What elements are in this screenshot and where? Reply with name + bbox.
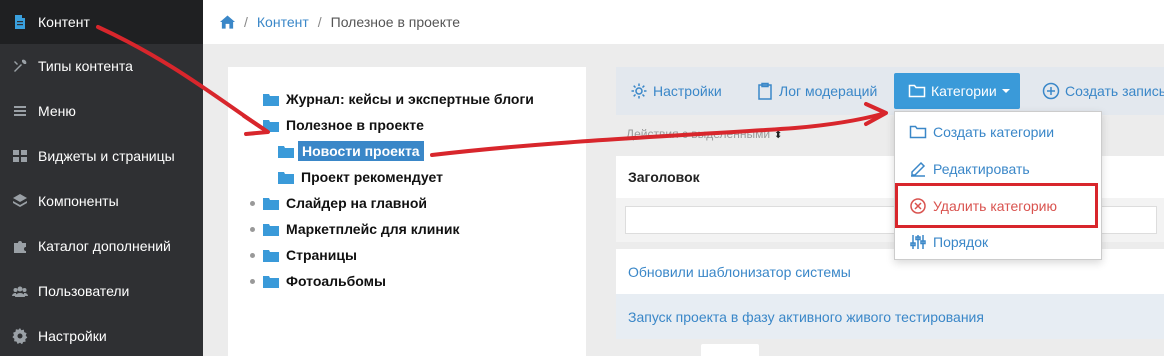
categories-dropdown-button[interactable]: Категории xyxy=(894,73,1020,109)
tree-item[interactable]: Полезное в проекте xyxy=(263,117,424,133)
table-row: Запуск проекта в фазу активного живого т… xyxy=(616,294,1164,339)
expand-bullet-icon[interactable] xyxy=(250,253,255,258)
sidebar-item-addons[interactable]: Каталог дополнений xyxy=(0,224,203,268)
mass-action-select[interactable]: Действия с выделенными ⬍ xyxy=(626,127,782,141)
tree-item-label: Маркетплейс для клиник xyxy=(286,221,460,237)
sidebar-item-menu[interactable]: Меню xyxy=(0,89,203,133)
sidebar-item-content-types[interactable]: Типы контента xyxy=(0,44,203,88)
tree-item[interactable]: Слайдер на главной xyxy=(263,195,427,211)
gear-icon xyxy=(631,83,647,99)
sidebar-item-label: Меню xyxy=(38,103,76,119)
tree-item-label: Журнал: кейсы и экспертные блоги xyxy=(286,91,534,107)
puzzle-icon xyxy=(0,238,38,254)
folder-icon xyxy=(263,249,279,262)
gear-icon xyxy=(0,328,38,344)
moderation-log-button[interactable]: Лог модераций xyxy=(756,76,877,106)
expand-bullet-icon[interactable] xyxy=(250,201,255,206)
sliders-icon xyxy=(910,235,926,249)
breadcrumb-current: Полезное в проекте xyxy=(330,14,461,30)
caret-down-icon xyxy=(1001,89,1010,93)
categories-dropdown-menu: Создать категории Редактировать Удалить … xyxy=(894,111,1102,260)
create-entry-button[interactable]: Создать запись xyxy=(1042,76,1164,106)
tree-item-label: Новости проекта xyxy=(298,141,424,161)
grid-icon xyxy=(0,148,38,164)
tree-item-label: Слайдер на главной xyxy=(286,195,428,211)
tree-item[interactable]: Проект рекомендует xyxy=(278,169,443,185)
moderation-log-label: Лог модераций xyxy=(779,83,878,99)
menu-item-label: Порядок xyxy=(933,234,989,250)
tree-item-label: Фотоальбомы xyxy=(286,273,386,289)
tree-item-label: Полезное в проекте xyxy=(286,117,424,133)
sidebar-item-users[interactable]: Пользователи xyxy=(0,269,203,313)
document-icon xyxy=(0,14,38,30)
mass-action-label: Действия с выделенными xyxy=(626,127,771,141)
sidebar-item-widgets[interactable]: Виджеты и страницы xyxy=(0,134,203,178)
sidebar-item-components[interactable]: Компоненты xyxy=(0,179,203,223)
folder-icon xyxy=(263,223,279,236)
settings-button[interactable]: Настройки xyxy=(630,76,722,106)
expand-bullet-icon[interactable] xyxy=(250,227,255,232)
tree-item[interactable]: Фотоальбомы xyxy=(263,273,386,289)
settings-label: Настройки xyxy=(653,83,722,99)
plus-circle-icon xyxy=(1042,82,1060,100)
tree-item-selected[interactable]: Новости проекта xyxy=(278,141,424,161)
sidebar-item-settings[interactable]: Настройки xyxy=(0,314,203,356)
breadcrumb: / Контент / Полезное в проекте xyxy=(203,0,1164,44)
menu-icon xyxy=(0,103,38,119)
entry-link[interactable]: Запуск проекта в фазу активного живого т… xyxy=(628,309,984,325)
users-icon xyxy=(0,283,38,299)
menu-item-label: Создать категории xyxy=(933,124,1055,140)
create-categories-item[interactable]: Создать категории xyxy=(895,114,1101,150)
clipboard-icon xyxy=(758,82,772,100)
sidebar-item-label: Контент xyxy=(38,14,90,30)
folder-icon xyxy=(909,125,927,139)
folder-icon xyxy=(278,171,294,184)
sidebar-item-content[interactable]: Контент xyxy=(0,0,203,44)
tree-item[interactable]: Маркетплейс для клиник xyxy=(263,221,459,237)
edit-category-item[interactable]: Редактировать xyxy=(895,151,1101,187)
folder-icon xyxy=(908,84,926,98)
sidebar: Контент Типы контента Меню Виджеты и стр… xyxy=(0,0,203,356)
expand-bullet-icon[interactable] xyxy=(250,279,255,284)
delete-category-item[interactable]: Удалить категорию xyxy=(895,188,1101,224)
folder-icon xyxy=(263,197,279,210)
categories-label: Категории xyxy=(931,83,997,99)
menu-item-label: Редактировать xyxy=(933,161,1030,177)
folder-icon xyxy=(278,145,294,158)
sidebar-item-label: Настройки xyxy=(38,328,107,344)
breadcrumb-separator: / xyxy=(244,14,248,30)
order-item[interactable]: Порядок xyxy=(895,224,1101,260)
sidebar-item-label: Виджеты и страницы xyxy=(38,148,175,164)
tools-icon xyxy=(0,58,38,74)
breadcrumb-separator: / xyxy=(317,14,322,30)
tree-item-label: Страницы xyxy=(286,247,357,263)
home-icon[interactable] xyxy=(220,15,235,29)
category-tree: Журнал: кейсы и экспертные блоги Полезно… xyxy=(228,67,586,356)
layers-icon xyxy=(0,193,38,209)
menu-item-label: Удалить категорию xyxy=(933,198,1057,214)
sidebar-item-label: Пользователи xyxy=(38,283,130,299)
toolbar: Настройки Лог модераций Категории Создат… xyxy=(616,67,1164,115)
sidebar-item-label: Типы контента xyxy=(38,58,133,74)
sort-icon: ⬍ xyxy=(774,130,783,141)
folder-icon xyxy=(263,275,279,288)
sidebar-item-label: Компоненты xyxy=(38,193,119,209)
sidebar-item-label: Каталог дополнений xyxy=(38,238,171,254)
tree-item[interactable]: Журнал: кейсы и экспертные блоги xyxy=(263,91,534,107)
tree-item-label: Проект рекомендует xyxy=(301,169,443,185)
entry-link[interactable]: Обновили шаблонизатор системы xyxy=(628,264,851,280)
tree-item[interactable]: Страницы xyxy=(263,247,357,263)
breadcrumb-link-content[interactable]: Контент xyxy=(257,14,309,30)
folder-icon xyxy=(263,119,279,132)
pagination-select[interactable] xyxy=(701,344,759,356)
edit-icon xyxy=(911,161,926,177)
folder-icon xyxy=(263,93,279,106)
remove-circle-icon xyxy=(910,198,926,214)
create-entry-label: Создать запись xyxy=(1065,83,1164,99)
